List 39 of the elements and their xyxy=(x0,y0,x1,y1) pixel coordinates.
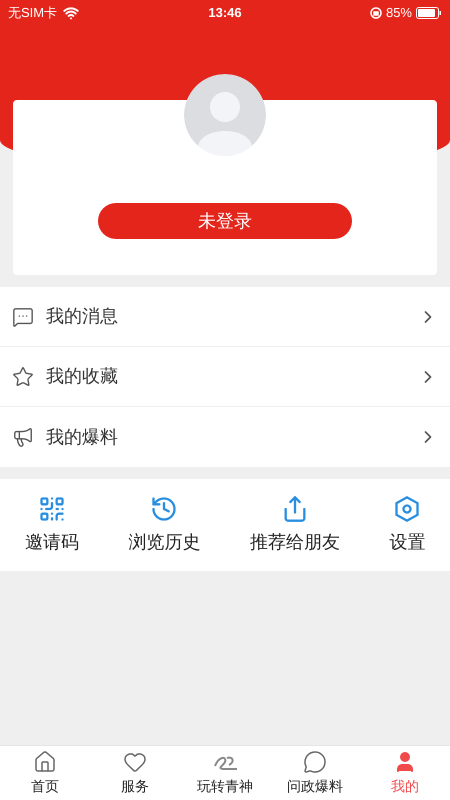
menu-item[interactable]: 我的爆料 xyxy=(0,407,450,467)
clock-text: 13:46 xyxy=(208,4,242,22)
home-icon xyxy=(33,750,57,774)
shortcut-label: 设置 xyxy=(389,530,426,554)
login-button[interactable]: 未登录 xyxy=(98,203,352,239)
tab-label: 我的 xyxy=(391,776,419,796)
history-icon xyxy=(150,494,178,522)
tab-item[interactable]: 服务 xyxy=(90,746,180,800)
menu-label: 我的消息 xyxy=(46,305,119,328)
tab-label: 玩转青神 xyxy=(197,776,253,796)
tab-item[interactable]: 玩转青神 xyxy=(180,746,270,800)
tab-label: 服务 xyxy=(121,776,149,796)
menu-item[interactable]: 我的收藏 xyxy=(0,347,450,407)
tab-label: 问政爆料 xyxy=(287,776,343,796)
battery-text: 85% xyxy=(386,4,412,22)
menu-label: 我的爆料 xyxy=(46,426,119,448)
menu-label: 我的收藏 xyxy=(46,365,119,388)
shortcut-label: 邀请码 xyxy=(24,530,79,554)
battery-icon xyxy=(416,6,442,18)
tab-item[interactable]: 问政爆料 xyxy=(270,746,360,800)
tab-item[interactable]: 首页 xyxy=(0,746,90,800)
wifi-icon xyxy=(63,4,80,20)
megaphone-icon xyxy=(12,426,34,448)
shortcut-item[interactable]: 推荐给朋友 xyxy=(246,494,344,556)
tab-item[interactable]: 我的 xyxy=(360,746,450,800)
chat-icon xyxy=(303,750,327,774)
shortcut-item[interactable]: 邀请码 xyxy=(20,494,83,556)
star-icon xyxy=(12,366,34,388)
carrier-text: 无SIM卡 xyxy=(8,4,58,22)
shortcut-label: 浏览历史 xyxy=(128,530,200,554)
shortcut-item[interactable]: 浏览历史 xyxy=(124,494,204,556)
message-icon xyxy=(12,306,34,328)
rotation-lock-icon xyxy=(370,6,382,18)
shortcut-item[interactable]: 设置 xyxy=(385,494,430,556)
shortcut-label: 推荐给朋友 xyxy=(250,530,340,554)
tab-label: 首页 xyxy=(31,776,59,796)
settings-icon xyxy=(393,494,422,522)
qr-code-icon xyxy=(38,494,66,522)
menu-item[interactable]: 我的消息 xyxy=(0,287,450,347)
